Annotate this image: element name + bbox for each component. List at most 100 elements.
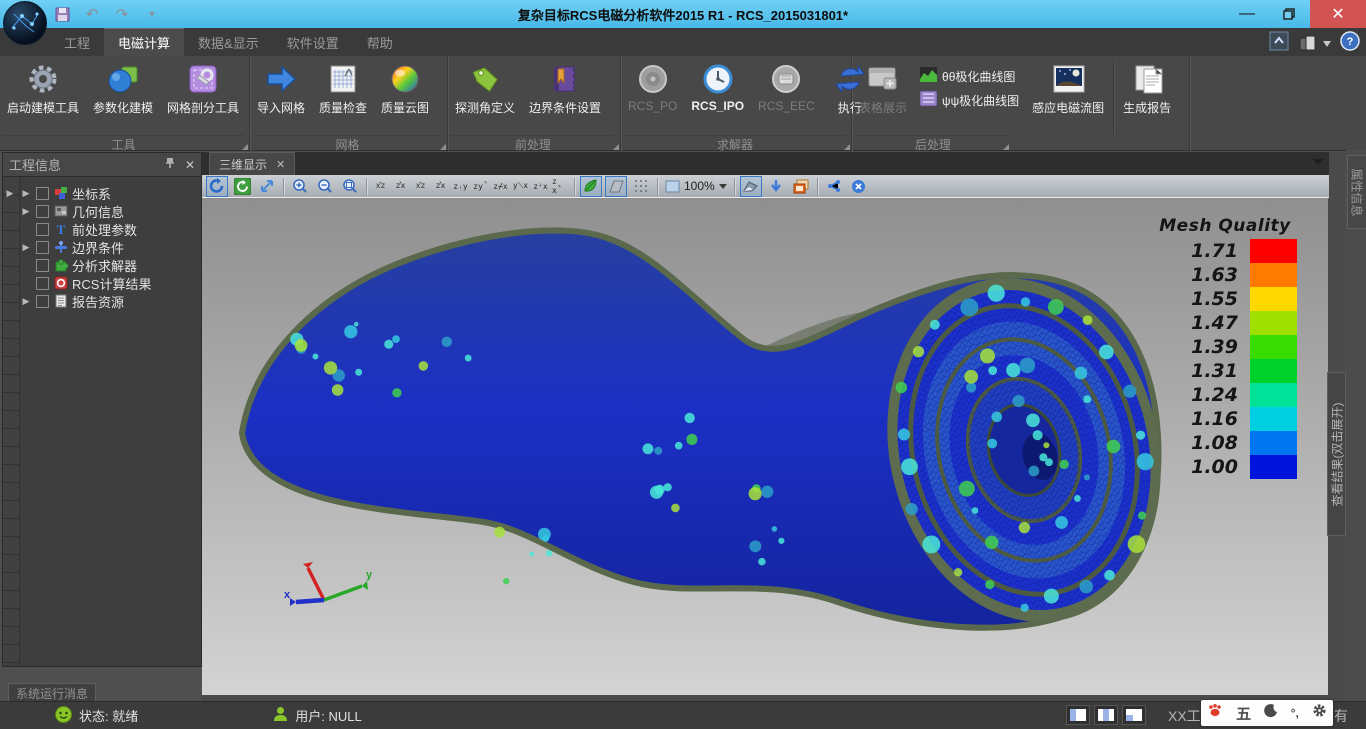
tab-3d-display[interactable]: 三维显示 ✕ xyxy=(209,152,295,175)
collapse-ribbon-icon[interactable] xyxy=(1269,31,1289,56)
expander-icon[interactable]: ▶ xyxy=(20,188,32,199)
tree-checkbox[interactable] xyxy=(36,187,49,200)
pin-icon[interactable] xyxy=(165,157,175,172)
tab-list-dropdown-icon[interactable] xyxy=(1313,159,1323,165)
layout-bottom-icon[interactable] xyxy=(1122,705,1146,725)
tree-item-report-resources[interactable]: ▶ 报告资源 xyxy=(3,292,201,310)
zoom-extents-icon[interactable] xyxy=(339,176,361,197)
view-zx2-icon[interactable]: z͛x xyxy=(432,177,449,196)
tab-help[interactable]: 帮助 xyxy=(353,28,407,56)
close-button[interactable]: ✕ xyxy=(1310,0,1366,28)
minimize-button[interactable]: — xyxy=(1226,0,1268,28)
generate-report-button[interactable]: 生成报告 xyxy=(1116,59,1178,128)
ime-paw-icon[interactable] xyxy=(1207,703,1223,723)
group-dialog-launcher[interactable] xyxy=(844,144,850,150)
zoom-out-icon[interactable] xyxy=(314,176,336,197)
group-dialog-launcher[interactable] xyxy=(440,144,446,150)
ime-settings-gear-icon[interactable] xyxy=(1312,703,1327,723)
layout-left-icon[interactable] xyxy=(1066,705,1090,725)
doc-tab-close-icon[interactable]: ✕ xyxy=(276,158,285,171)
ime-mode-char[interactable]: 五 xyxy=(1236,703,1251,724)
tab-view-results[interactable]: 查看结果(双击展开) xyxy=(1327,372,1346,536)
undo-icon[interactable]: ↶ xyxy=(82,5,102,23)
zoom-in-icon[interactable] xyxy=(289,176,311,197)
tab-em-computation[interactable]: 电磁计算 xyxy=(104,28,184,56)
tree-item-coordinate-system[interactable]: ▶ ▶ 坐标系 xyxy=(3,184,201,202)
view-zy-icon[interactable]: zꜟy xyxy=(452,177,469,196)
tree-item-rcs-results[interactable]: RCS计算结果 xyxy=(3,274,201,292)
view-iso2-icon[interactable]: y⟍x xyxy=(512,177,529,196)
quick-access-dropdown-icon[interactable]: ▼ xyxy=(142,5,162,23)
spin-view-icon[interactable] xyxy=(231,176,253,197)
import-mesh-button[interactable]: 导入网格 xyxy=(250,59,312,128)
expander-icon[interactable]: ▶ xyxy=(20,296,32,307)
tab-software-settings[interactable]: 软件设置 xyxy=(273,28,353,56)
save-icon[interactable] xyxy=(52,5,72,23)
em-flow-button[interactable]: 感应电磁流图 xyxy=(1025,59,1111,128)
group-dialog-launcher[interactable] xyxy=(242,144,248,150)
windows-cascade-icon[interactable] xyxy=(790,176,812,197)
rotate-view-icon[interactable] xyxy=(206,176,228,197)
zoom-level-dropdown[interactable]: 100% xyxy=(663,179,729,193)
share-nodes-icon[interactable] xyxy=(823,176,845,197)
button-label: 启动建模工具 xyxy=(7,99,79,116)
theta-polar-curve-button[interactable]: θθ极化曲线图 xyxy=(920,67,1019,85)
device-icon[interactable] xyxy=(1298,34,1331,54)
tree-item-analysis-solver[interactable]: 分析求解器 xyxy=(3,256,201,274)
tree-item-boundary-conditions[interactable]: ▶ 边界条件 xyxy=(3,238,201,256)
group-dialog-launcher[interactable] xyxy=(613,144,619,150)
root-expander-icon[interactable]: ▶ xyxy=(4,188,16,199)
tab-data-display[interactable]: 数据&显示 xyxy=(184,28,273,56)
param-modeling-button[interactable]: 参数化建模 xyxy=(86,59,160,128)
group-dialog-launcher[interactable] xyxy=(1003,144,1009,150)
view-iso4-icon[interactable]: z x̚ xyxy=(552,177,569,196)
panel-close-icon[interactable]: ✕ xyxy=(185,158,195,172)
plane-view-icon[interactable] xyxy=(605,176,627,197)
rcs-eec-button[interactable]: RCS_EEC xyxy=(751,59,822,128)
ime-punct-toggle[interactable]: °, xyxy=(1291,706,1299,720)
quality-cloud-button[interactable]: 质量云图 xyxy=(374,59,436,128)
probe-angle-button[interactable]: 探测角定义 xyxy=(448,59,522,128)
rcs-ipo-button[interactable]: RCS_IPO xyxy=(684,59,751,128)
tree-checkbox[interactable] xyxy=(36,205,49,218)
ime-toolbar[interactable]: 五 °, xyxy=(1201,700,1333,726)
shaded-view-leaf-icon[interactable] xyxy=(580,176,602,197)
view-iso3-icon[interactable]: zꜜx xyxy=(532,177,549,196)
pan-fit-icon[interactable] xyxy=(256,176,278,197)
table-show-button[interactable]: 表格展示 xyxy=(852,59,914,128)
tree-item-geometry-info[interactable]: ▶ 几何信息 xyxy=(3,202,201,220)
tree-checkbox[interactable] xyxy=(36,259,49,272)
redo-icon[interactable]: ↷ xyxy=(112,5,132,23)
view-xz-icon[interactable]: x͛z xyxy=(372,177,389,196)
rcs-po-button[interactable]: RCS_PO xyxy=(621,59,684,128)
expander-icon[interactable]: ▶ xyxy=(20,206,32,217)
select-region-icon[interactable] xyxy=(740,176,762,197)
tab-properties[interactable]: 属性信息 xyxy=(1347,155,1366,229)
tree-checkbox[interactable] xyxy=(36,295,49,308)
ime-moon-icon[interactable] xyxy=(1264,704,1278,723)
view-zy2-icon[interactable]: zy̚ xyxy=(472,177,489,196)
expander-icon[interactable]: ▶ xyxy=(20,242,32,253)
view-zx-icon[interactable]: z͛x xyxy=(392,177,409,196)
drop-down-arrow-icon[interactable] xyxy=(765,176,787,197)
tree-checkbox[interactable] xyxy=(36,277,49,290)
tree-checkbox[interactable] xyxy=(36,223,49,236)
tree-checkbox[interactable] xyxy=(36,241,49,254)
boundary-settings-button[interactable]: 边界条件设置 xyxy=(522,59,608,128)
quality-check-button[interactable]: 质量检查 xyxy=(312,59,374,128)
tree-item-preprocess-params[interactable]: T 前处理参数 xyxy=(3,220,201,238)
view-xz2-icon[interactable]: x͛z xyxy=(412,177,429,196)
view-iso1-icon[interactable]: z⌿x xyxy=(492,177,509,196)
close-circle-icon[interactable] xyxy=(848,176,870,197)
grid-dots-icon[interactable] xyxy=(630,176,652,197)
tab-project[interactable]: 工程 xyxy=(50,28,104,56)
start-modeling-button[interactable]: 启动建模工具 xyxy=(0,59,86,128)
restore-button[interactable] xyxy=(1268,0,1310,28)
mesh-tool-button[interactable]: 网格剖分工具 xyxy=(160,59,246,128)
system-messages-tab[interactable]: 系统运行消息 xyxy=(8,683,96,702)
help-icon[interactable]: ? xyxy=(1340,31,1360,56)
psi-polar-curve-button[interactable]: ψψ极化曲线图 xyxy=(920,91,1019,109)
group-label-mesh: 网格 xyxy=(253,135,442,151)
3d-viewport[interactable]: x y Mesh Quality 1.71 1.63 1.55 1.47 1.3… xyxy=(202,198,1328,695)
layout-center-icon[interactable] xyxy=(1094,705,1118,725)
